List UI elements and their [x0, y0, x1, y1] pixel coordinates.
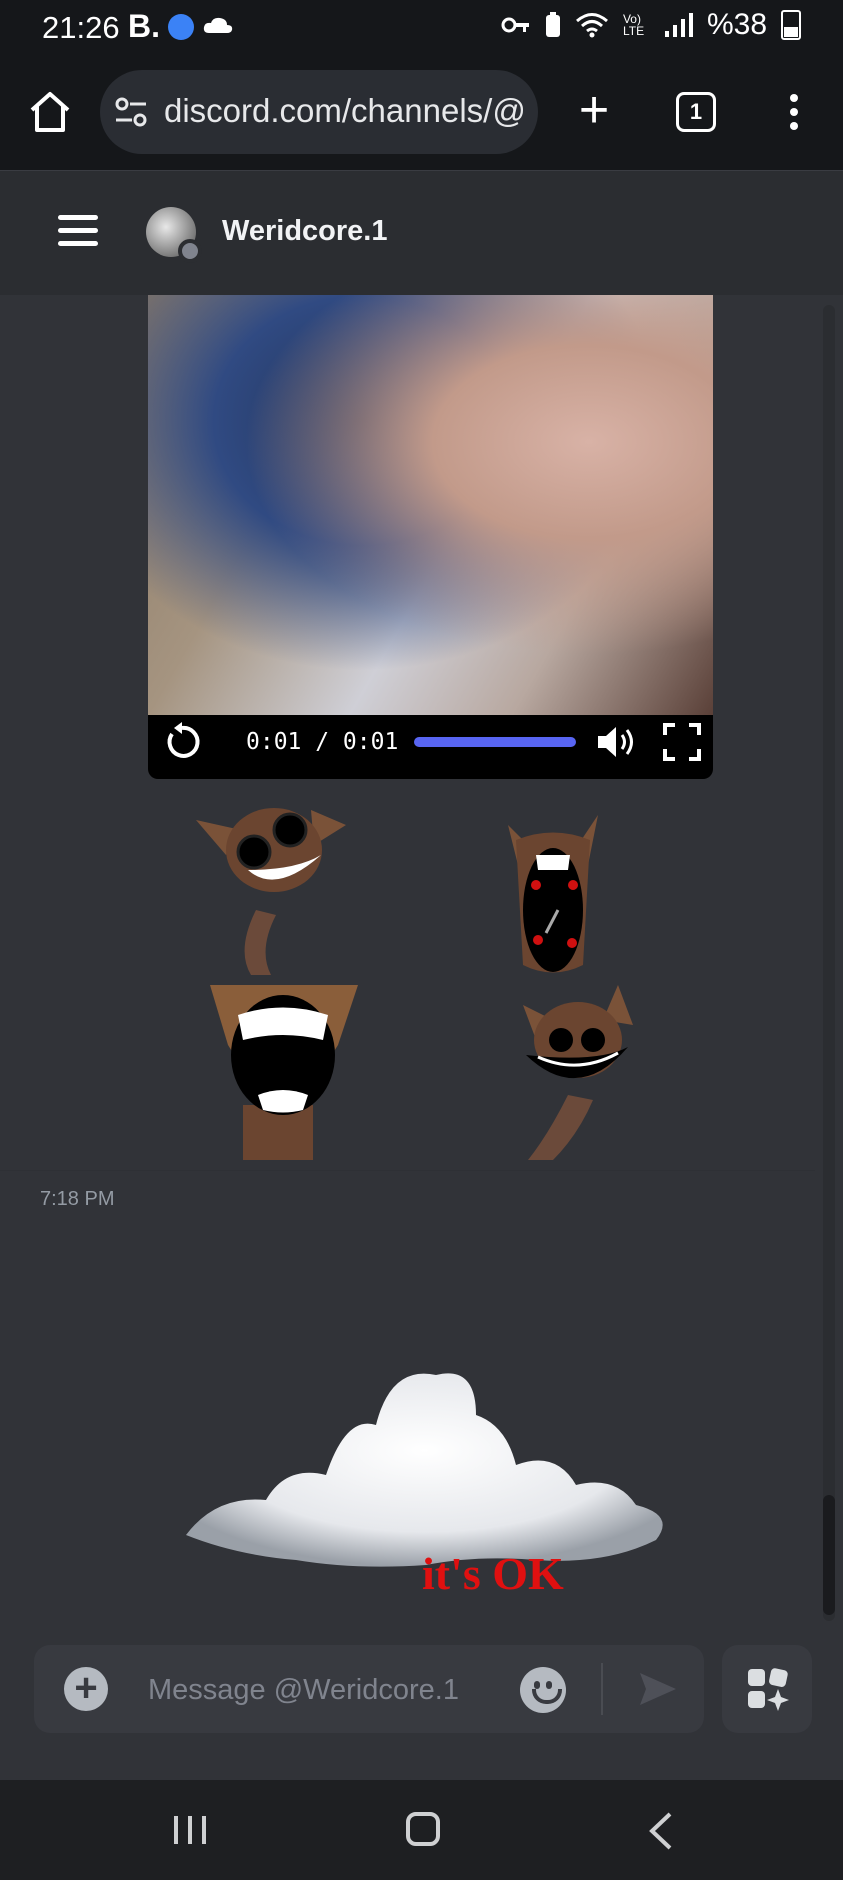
- url-text: discord.com/channels/@: [164, 92, 526, 129]
- message-input[interactable]: [146, 1663, 490, 1717]
- video-time: 0:01 / 0:01: [246, 729, 399, 755]
- vpn-shield-icon: [168, 14, 194, 40]
- composer-divider: [601, 1663, 603, 1715]
- cat-sticker-3[interactable]: [208, 985, 358, 1160]
- menu-icon[interactable]: [58, 215, 98, 247]
- message-divider: [0, 1170, 815, 1171]
- video-progress-bar[interactable]: [414, 737, 577, 747]
- tab-switcher-button[interactable]: 1: [676, 92, 716, 132]
- apps-button[interactable]: [722, 1645, 812, 1733]
- address-bar[interactable]: discord.com/channels/@: [100, 70, 538, 154]
- video-attachment[interactable]: 0:01 / 0:01: [148, 295, 713, 779]
- dm-username[interactable]: Weridcore.1: [222, 215, 387, 248]
- network-type: Vo) LTE: [622, 12, 645, 38]
- cloud-icon: [203, 17, 233, 33]
- app-notification-icon: B.: [128, 8, 160, 44]
- battery-saver-icon: [545, 12, 560, 37]
- signal-icon: [664, 13, 693, 37]
- system-nav-bar: [0, 1780, 843, 1880]
- message-timestamp: 7:18 PM: [40, 1188, 115, 1210]
- chat-messages[interactable]: 0:01 / 0:01 7:18 PM it's OK: [0, 295, 843, 1645]
- dm-header: Weridcore.1: [0, 170, 843, 296]
- scrollbar-track[interactable]: [823, 305, 835, 1621]
- status-bar: 21:26 B. Vo) LTE %38: [0, 0, 843, 54]
- nav-home-icon[interactable]: [406, 1812, 440, 1846]
- battery-percent: %38: [706, 8, 767, 41]
- status-indicator: [178, 239, 202, 263]
- volume-icon[interactable]: [596, 722, 638, 762]
- cat-sticker-4[interactable]: [508, 985, 658, 1160]
- key-icon: [501, 17, 529, 33]
- fullscreen-icon[interactable]: [662, 722, 702, 762]
- replay-icon[interactable]: [162, 722, 202, 762]
- plus-icon[interactable]: +: [570, 84, 618, 136]
- send-icon[interactable]: [638, 1669, 678, 1709]
- tune-icon[interactable]: [114, 96, 148, 128]
- image-caption: it's OK: [422, 1548, 564, 1599]
- home-icon[interactable]: [28, 90, 72, 134]
- message-composer: +: [0, 1645, 843, 1780]
- clock: 21:26: [42, 10, 120, 45]
- battery-icon: [781, 10, 801, 40]
- add-circle-icon[interactable]: +: [64, 1667, 108, 1711]
- back-icon[interactable]: [646, 1812, 676, 1850]
- avatar[interactable]: [146, 207, 202, 263]
- system-indicators: Vo) LTE %38: [501, 8, 801, 42]
- cat-sticker-1[interactable]: [196, 800, 346, 975]
- apps-icon: [748, 1668, 789, 1711]
- video-frame[interactable]: [148, 295, 713, 715]
- recents-icon[interactable]: [172, 1814, 208, 1846]
- video-controls: 0:01 / 0:01: [148, 715, 713, 769]
- emoji-icon[interactable]: [520, 1667, 566, 1713]
- message-box: +: [34, 1645, 704, 1733]
- scrollbar-thumb[interactable]: [823, 1495, 835, 1615]
- browser-toolbar: discord.com/channels/@ + 1: [0, 54, 843, 170]
- more-vert-icon[interactable]: [784, 90, 804, 138]
- wifi-icon: [575, 13, 608, 38]
- cat-sticker-2[interactable]: [478, 815, 628, 990]
